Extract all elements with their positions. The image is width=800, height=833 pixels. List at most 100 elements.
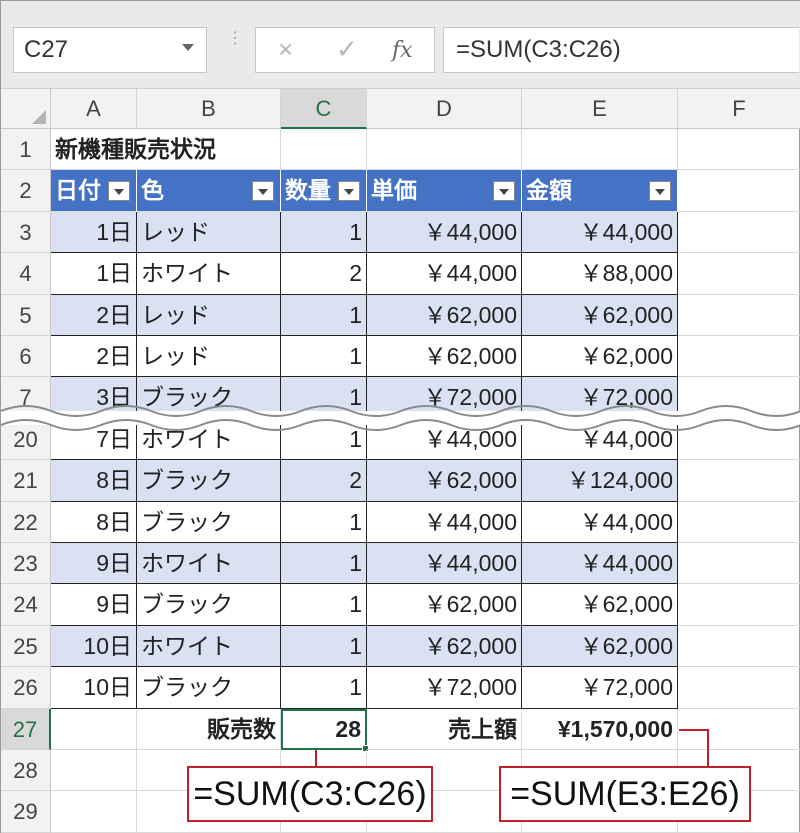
qty-cell[interactable]: 1 — [281, 501, 367, 543]
price-cell[interactable]: ￥44,000 — [367, 543, 522, 585]
qty-total-label[interactable]: 販売数 — [137, 708, 281, 750]
date-cell[interactable]: 2日 — [51, 294, 137, 336]
amount-cell[interactable]: ￥44,000 — [522, 211, 678, 254]
row-header[interactable]: 26 — [1, 667, 51, 709]
row-header[interactable]: 28 — [1, 750, 51, 792]
cell-f[interactable] — [678, 170, 800, 212]
price-cell[interactable]: ￥62,000 — [367, 625, 522, 668]
amount-cell[interactable]: ￥62,000 — [522, 336, 678, 378]
enter-icon[interactable]: ✓ — [336, 34, 358, 65]
row-header[interactable]: 3 — [1, 211, 51, 254]
color-cell[interactable]: ブラック — [137, 667, 281, 709]
table-header-cell[interactable]: 金額 — [522, 170, 678, 212]
color-cell[interactable]: レッド — [137, 336, 281, 378]
insert-function-icon[interactable]: fx — [392, 38, 413, 63]
qty-cell[interactable]: 1 — [281, 543, 367, 585]
qty-cell[interactable]: 1 — [281, 584, 367, 626]
cell-f[interactable] — [678, 667, 800, 709]
color-cell[interactable]: ホワイト — [137, 625, 281, 668]
filter-dropdown-icon[interactable] — [338, 181, 360, 202]
cell-f[interactable] — [678, 212, 800, 254]
color-cell[interactable]: ホワイト — [137, 253, 281, 295]
cell-empty[interactable] — [51, 791, 137, 833]
cell-empty[interactable] — [137, 129, 281, 171]
color-cell[interactable]: ブラック — [137, 584, 281, 626]
table-header-cell[interactable]: 単価 — [367, 170, 522, 212]
row-header[interactable]: 27 — [1, 708, 51, 750]
price-cell[interactable]: ￥62,000 — [367, 336, 522, 378]
color-cell[interactable]: ホワイト — [137, 543, 281, 585]
amount-cell[interactable]: ￥88,000 — [522, 253, 678, 295]
cell-empty[interactable] — [281, 129, 367, 171]
price-cell[interactable]: ￥62,000 — [367, 460, 522, 502]
price-cell[interactable]: ￥72,000 — [367, 667, 522, 709]
date-cell[interactable]: 8日 — [51, 460, 137, 502]
date-cell[interactable]: 1日 — [51, 253, 137, 295]
date-cell[interactable]: 9日 — [51, 543, 137, 585]
amount-cell[interactable]: ￥62,000 — [522, 294, 678, 336]
column-header-b[interactable]: B — [137, 89, 281, 129]
row-header[interactable]: 6 — [1, 336, 51, 378]
date-cell[interactable]: 8日 — [51, 501, 137, 543]
row-header[interactable]: 23 — [1, 543, 51, 585]
date-cell[interactable]: 9日 — [51, 584, 137, 626]
select-all-button[interactable] — [1, 89, 51, 129]
amount-cell[interactable]: ￥44,000 — [522, 501, 678, 543]
amount-cell[interactable]: ￥62,000 — [522, 584, 678, 626]
qty-total-cell[interactable]: 28 — [281, 708, 367, 750]
row-header[interactable]: 1 — [1, 129, 51, 171]
qty-cell[interactable]: 1 — [281, 336, 367, 378]
row-header[interactable]: 2 — [1, 170, 51, 212]
price-cell[interactable]: ￥44,000 — [367, 211, 522, 254]
color-cell[interactable]: レッド — [137, 211, 281, 254]
qty-cell[interactable]: 2 — [281, 460, 367, 502]
column-header-e[interactable]: E — [522, 89, 678, 129]
drag-handle-icon[interactable]: ⋮ — [227, 31, 243, 63]
amount-total-cell[interactable]: ¥1,570,000 — [522, 708, 678, 750]
qty-cell[interactable]: 1 — [281, 667, 367, 709]
cell-empty[interactable] — [51, 708, 137, 750]
cancel-icon[interactable]: × — [278, 34, 293, 65]
qty-cell[interactable]: 1 — [281, 211, 367, 254]
qty-cell[interactable]: 1 — [281, 294, 367, 336]
filter-dropdown-icon[interactable] — [649, 181, 671, 202]
amount-total-label[interactable]: 売上額 — [367, 708, 522, 750]
price-cell[interactable]: ￥62,000 — [367, 294, 522, 336]
qty-cell[interactable]: 2 — [281, 253, 367, 295]
cell-f[interactable] — [678, 584, 800, 626]
formula-input[interactable]: =SUM(C3:C26) — [443, 27, 799, 73]
color-cell[interactable]: ブラック — [137, 501, 281, 543]
row-header[interactable]: 25 — [1, 625, 51, 668]
cell-f[interactable] — [678, 502, 800, 543]
cell-empty[interactable] — [522, 129, 678, 171]
filter-dropdown-icon[interactable] — [108, 181, 130, 202]
price-cell[interactable]: ￥62,000 — [367, 584, 522, 626]
cell-f[interactable] — [678, 336, 800, 378]
date-cell[interactable]: 1日 — [51, 211, 137, 254]
date-cell[interactable]: 10日 — [51, 625, 137, 668]
cell-f[interactable] — [678, 253, 800, 295]
row-header[interactable]: 29 — [1, 791, 51, 833]
price-cell[interactable]: ￥44,000 — [367, 501, 522, 543]
cell-f[interactable] — [678, 460, 800, 502]
table-header-cell[interactable]: 数量 — [281, 170, 367, 212]
column-header-a[interactable]: A — [51, 89, 137, 129]
cell-f[interactable] — [678, 129, 800, 171]
color-cell[interactable]: レッド — [137, 294, 281, 336]
cell-empty[interactable] — [367, 129, 522, 171]
row-header[interactable]: 24 — [1, 584, 51, 626]
row-header[interactable]: 22 — [1, 501, 51, 543]
column-header-c[interactable]: C — [281, 89, 367, 129]
row-header[interactable]: 5 — [1, 294, 51, 336]
cell-empty[interactable] — [51, 750, 137, 792]
amount-cell[interactable]: ￥62,000 — [522, 625, 678, 668]
date-cell[interactable]: 2日 — [51, 336, 137, 378]
chevron-down-icon[interactable] — [182, 44, 194, 51]
filter-dropdown-icon[interactable] — [252, 181, 274, 202]
cell-f[interactable] — [678, 626, 800, 668]
column-header-f[interactable]: F — [678, 89, 800, 129]
date-cell[interactable]: 10日 — [51, 667, 137, 709]
qty-cell[interactable]: 1 — [281, 625, 367, 668]
table-header-cell[interactable]: 色 — [137, 170, 281, 212]
amount-cell[interactable]: ￥124,000 — [522, 460, 678, 502]
